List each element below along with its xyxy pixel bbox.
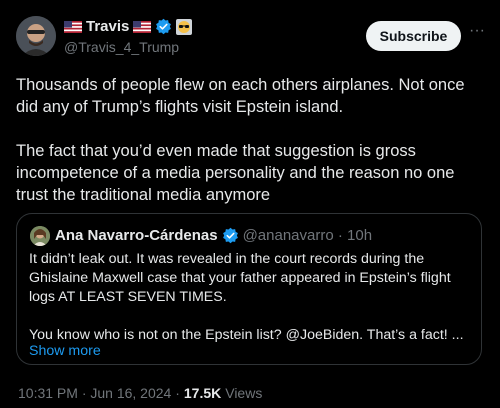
tweet-text: Thousands of people flew on each others … [16, 76, 465, 204]
show-more-link[interactable]: Show more [29, 343, 101, 359]
author-avatar[interactable] [16, 16, 56, 56]
us-flag-icon [133, 20, 152, 33]
avatar-photo-icon [16, 16, 56, 56]
more-options-icon[interactable]: ··· [466, 22, 488, 44]
quoted-tweet-text: It didn’t leak out. It was revealed in t… [29, 251, 464, 343]
subscribe-button[interactable]: Subscribe [366, 21, 461, 51]
author-name-row[interactable]: Travis [64, 18, 193, 35]
tweet-timestamp[interactable]: 10:31 PM · Jun 16, 2024 · [18, 385, 180, 401]
us-flag-icon [64, 20, 82, 33]
author-display-name: Travis [86, 18, 130, 35]
quoted-author-row: Ana Navarro-Cárdenas @ananavarro · 10h [55, 227, 372, 244]
verified-badge-icon[interactable] [155, 18, 172, 35]
quoted-handle-time: @ananavarro · 10h [242, 227, 373, 244]
quoted-author-avatar [30, 226, 50, 246]
tweet-meta: 10:31 PM · Jun 16, 2024 · 17.5K Views [18, 385, 262, 401]
tweet: Travis @Travis_4_Trump Subscribe ··· Tho… [0, 0, 500, 408]
avatar-photo-icon [30, 226, 50, 246]
author-handle[interactable]: @Travis_4_Trump [64, 39, 179, 55]
verified-badge-icon [222, 227, 238, 244]
sunglasses-badge-icon [176, 18, 193, 35]
quoted-tweet[interactable]: Ana Navarro-Cárdenas @ananavarro · 10h I… [16, 213, 482, 365]
views-count: 17.5K [183, 385, 222, 401]
quoted-display-name: Ana Navarro-Cárdenas [55, 227, 218, 244]
views-label: Views [225, 385, 263, 401]
